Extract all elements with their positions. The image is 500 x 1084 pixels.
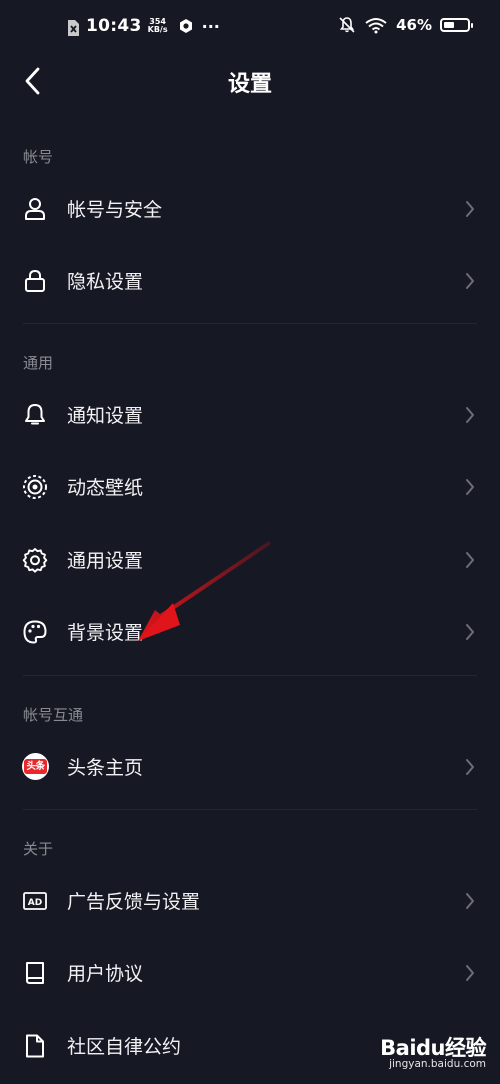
settings-item-account-security[interactable]: 帐号与安全	[0, 173, 500, 245]
toutiao-badge-text: 头条	[24, 759, 47, 774]
settings-item-ad-feedback[interactable]: AD 广告反馈与设置	[0, 865, 500, 937]
chevron-right-icon	[466, 201, 474, 217]
settings-item-label: 通用设置	[67, 550, 144, 572]
watermark-url: jingyan.baidu.com	[389, 1058, 486, 1070]
settings-item-label: 隐私设置	[67, 271, 144, 293]
settings-item-label: 动态壁纸	[67, 477, 144, 499]
settings-item-general[interactable]: 通用设置	[0, 524, 500, 596]
settings-item-label: 社区自律公约	[67, 1036, 182, 1058]
toutiao-logo: 头条	[22, 753, 49, 780]
gear-icon	[22, 548, 48, 573]
section-label-about: 关于	[23, 840, 54, 858]
settings-item-label: 帐号与安全	[67, 199, 163, 221]
battery-icon	[440, 18, 473, 32]
more-notifications-icon: ···	[201, 16, 220, 36]
section-label-account: 帐号	[23, 148, 54, 166]
nav-header: 设置	[0, 56, 500, 106]
page-title: 设置	[227, 72, 272, 97]
settings-item-notifications[interactable]: 通知设置	[0, 379, 500, 451]
section-label-general: 通用	[23, 354, 54, 372]
chevron-right-icon	[466, 273, 474, 289]
settings-item-label: 背景设置	[67, 622, 144, 644]
bell-icon	[25, 404, 45, 425]
settings-item-privacy[interactable]: 隐私设置	[0, 245, 500, 317]
sim-off-icon	[68, 20, 79, 36]
settings-item-label: 头条主页	[67, 757, 144, 779]
chevron-right-icon	[466, 479, 474, 495]
chevron-right-icon	[466, 893, 474, 909]
settings-item-user-agreement[interactable]: 用户协议	[0, 937, 500, 1009]
section-divider	[23, 323, 477, 324]
settings-item-label: 广告反馈与设置	[67, 891, 201, 913]
settings-item-toutiao-homepage[interactable]: 头条 头条主页	[0, 731, 500, 803]
live-wallpaper-icon	[23, 475, 47, 499]
app-notification-icon	[179, 19, 192, 33]
svg-text:AD: AD	[28, 898, 42, 908]
lock-icon	[25, 269, 45, 292]
settings-item-label: 通知设置	[67, 405, 144, 427]
book-icon	[26, 962, 44, 984]
net-speed: 354 KB/s	[147, 17, 168, 34]
document-icon	[26, 1034, 44, 1058]
section-divider	[23, 675, 477, 676]
chevron-right-icon	[466, 624, 474, 640]
chevron-right-icon	[466, 552, 474, 568]
section-divider	[23, 809, 477, 810]
palette-icon	[23, 620, 47, 644]
settings-item-label: 用户协议	[67, 963, 144, 985]
user-icon	[25, 198, 45, 220]
settings-item-live-wallpaper[interactable]: 动态壁纸	[0, 451, 500, 523]
status-time: 10:43	[86, 16, 142, 36]
chevron-right-icon	[466, 407, 474, 423]
chevron-right-icon	[466, 759, 474, 775]
chevron-right-icon	[466, 965, 474, 981]
status-bar: 10:43 354 KB/s ··· 46%	[0, 0, 500, 56]
battery-percent: 46%	[396, 16, 432, 34]
settings-item-background[interactable]: 背景设置	[0, 596, 500, 668]
battery-level	[444, 22, 454, 28]
mute-icon	[339, 17, 355, 33]
section-label-account-interop: 帐号互通	[23, 706, 84, 724]
ad-icon: AD	[23, 892, 47, 910]
baidu-jingyan-watermark: Baidu经验 jingyan.baidu.com	[370, 1032, 488, 1078]
wifi-icon	[365, 18, 387, 34]
